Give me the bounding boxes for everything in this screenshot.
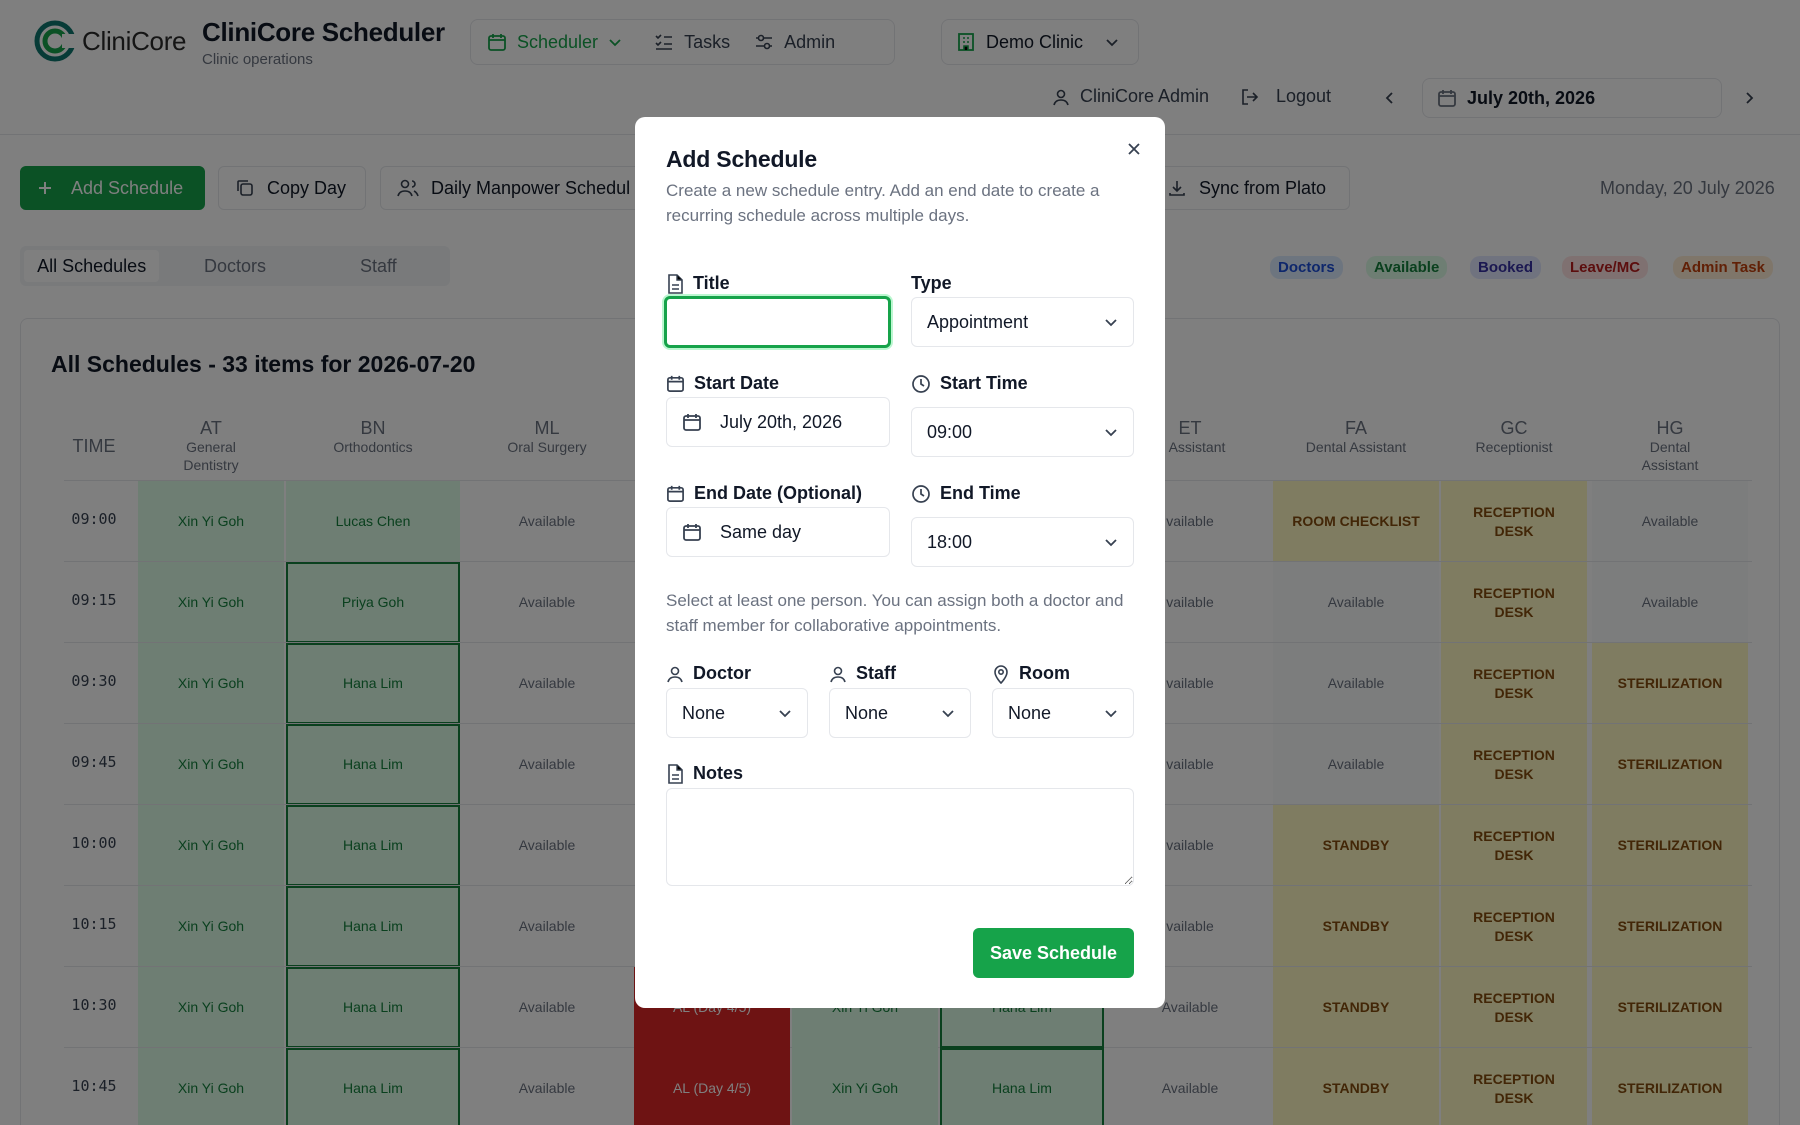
title-label-text: Title	[693, 273, 730, 293]
end-time-select[interactable]: 18:00	[911, 517, 1134, 567]
end-date-value: Same day	[720, 521, 802, 542]
clock-icon	[912, 484, 930, 503]
calendar-icon	[683, 524, 701, 541]
user-icon	[667, 666, 683, 682]
chevron-down-icon	[1105, 319, 1117, 327]
title-input[interactable]	[664, 296, 891, 348]
room-select[interactable]: None	[992, 688, 1134, 738]
start-date-value: July 20th, 2026	[720, 411, 843, 432]
calendar-icon	[683, 414, 701, 431]
staff-select[interactable]: None	[829, 688, 971, 738]
dialog-description: Create a new schedule entry. Add an end …	[666, 181, 1100, 225]
chevron-down-icon	[1105, 539, 1117, 547]
room-label-text: Room	[1019, 663, 1070, 683]
notes-textarea[interactable]	[666, 788, 1134, 886]
notes-label-text: Notes	[693, 763, 744, 783]
doctor-label-text: Doctor	[693, 663, 751, 683]
doctor-value: None	[682, 702, 726, 723]
calendar-icon	[667, 375, 684, 392]
end-time-label-text: End Time	[940, 483, 1021, 503]
file-text-icon	[668, 273, 683, 294]
end-date-picker[interactable]: Same day	[666, 507, 890, 557]
calendar-icon	[667, 485, 684, 502]
end-date-label: End Date (Optional)	[666, 483, 862, 504]
chevron-down-icon	[942, 710, 954, 718]
type-label-text: Type	[911, 273, 952, 293]
start-time-label-text: Start Time	[940, 373, 1028, 393]
save-schedule-button[interactable]: Save Schedule	[973, 928, 1134, 978]
map-pin-icon	[994, 664, 1008, 684]
end-time-value: 18:00	[927, 531, 973, 552]
staff-label: Staff	[829, 663, 896, 684]
dialog-title: Add Schedule	[666, 146, 817, 172]
chevron-down-icon	[1105, 429, 1117, 437]
staff-label-text: Staff	[856, 663, 896, 683]
notes-label: Notes	[666, 763, 743, 784]
type-value: Appointment	[927, 311, 1029, 332]
start-date-picker[interactable]: July 20th, 2026	[666, 397, 890, 447]
title-label: Title	[666, 273, 730, 294]
start-date-label: Start Date	[666, 373, 779, 394]
end-date-label-text: End Date (Optional)	[694, 483, 862, 503]
close-button[interactable]	[1122, 137, 1146, 161]
start-time-value: 09:00	[927, 421, 973, 442]
type-label: Type	[911, 273, 952, 294]
start-date-label-text: Start Date	[694, 373, 780, 393]
doctor-label: Doctor	[666, 663, 751, 684]
file-text-icon	[668, 763, 683, 784]
chevron-down-icon	[779, 710, 791, 718]
clock-icon	[912, 374, 930, 393]
user-icon	[830, 666, 846, 682]
type-select[interactable]: Appointment	[911, 297, 1134, 347]
room-value: None	[1008, 702, 1052, 723]
start-time-select[interactable]: 09:00	[911, 407, 1134, 457]
room-label: Room	[992, 663, 1070, 684]
start-time-label: Start Time	[911, 373, 1028, 394]
chevron-down-icon	[1105, 710, 1117, 718]
assign-instructions: Select at least one person. You can assi…	[666, 591, 1124, 635]
staff-value: None	[845, 702, 889, 723]
close-icon	[1128, 143, 1140, 155]
doctor-select[interactable]: None	[666, 688, 808, 738]
end-time-label: End Time	[911, 483, 1021, 504]
